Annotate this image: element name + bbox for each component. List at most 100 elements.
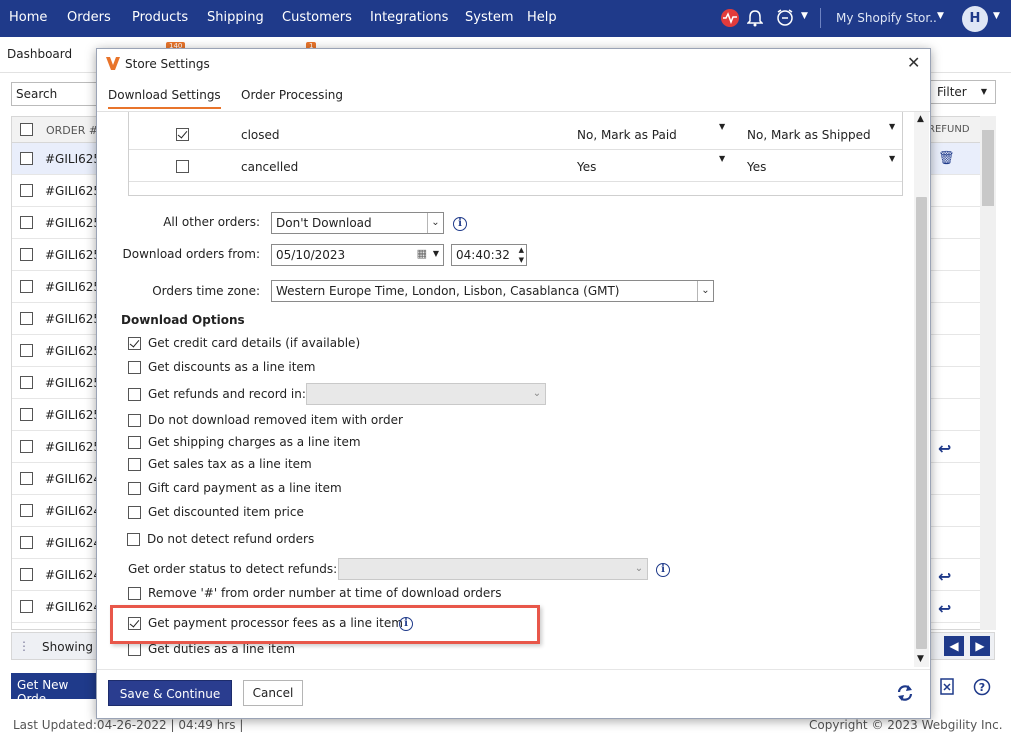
checkbox-checked[interactable] bbox=[128, 337, 141, 350]
option-gift-card[interactable]: Gift card payment as a line item bbox=[128, 481, 342, 495]
order-number[interactable]: #GILI624 bbox=[45, 504, 101, 518]
order-number[interactable]: #GILI624 bbox=[45, 568, 101, 582]
nav-products[interactable]: Products bbox=[132, 10, 188, 25]
row-checkbox[interactable] bbox=[20, 504, 33, 517]
refund-icon[interactable]: ↩ bbox=[938, 599, 951, 618]
chevron-down-icon[interactable]: ▼ bbox=[719, 154, 725, 163]
refund-icon[interactable]: ↩ bbox=[938, 567, 951, 586]
checkbox-unchecked[interactable] bbox=[128, 361, 141, 374]
refund-status-select[interactable]: ⌄ bbox=[338, 558, 648, 580]
payment-select[interactable]: Yes bbox=[577, 160, 596, 174]
row-checkbox[interactable] bbox=[20, 344, 33, 357]
filter-dropdown[interactable]: Filter ▼ bbox=[928, 80, 996, 104]
shipping-select[interactable]: No, Mark as Shipped bbox=[747, 128, 871, 142]
drag-handle-icon[interactable]: ⋮ bbox=[18, 639, 30, 653]
download-from-time-input[interactable]: 04:40:32 ▲ ▼ bbox=[451, 244, 527, 266]
refresh-icon[interactable] bbox=[895, 683, 915, 703]
option-duties[interactable]: Get duties as a line item bbox=[128, 642, 295, 656]
order-number[interactable]: #GILI625 bbox=[45, 184, 101, 198]
option-shipping-charges[interactable]: Get shipping charges as a line item bbox=[128, 435, 361, 449]
avatar[interactable]: H bbox=[962, 6, 988, 32]
row-checkbox[interactable] bbox=[20, 184, 33, 197]
excel-export-icon[interactable] bbox=[938, 678, 956, 696]
tab-dashboard[interactable]: Dashboard bbox=[7, 47, 72, 61]
nav-home[interactable]: Home bbox=[9, 10, 47, 25]
refunds-record-select[interactable]: ⌄ bbox=[306, 383, 546, 405]
option-refunds[interactable]: Get refunds and record in: bbox=[128, 387, 306, 401]
option-refund-detect[interactable]: Do not detect refund orders bbox=[127, 532, 314, 546]
col-refund[interactable]: REFUND bbox=[928, 124, 970, 135]
prev-page-button[interactable]: ◀ bbox=[944, 636, 964, 656]
help-icon[interactable]: ? bbox=[973, 678, 991, 696]
chevron-down-icon[interactable]: ⌄ bbox=[427, 213, 443, 233]
store-selector[interactable]: My Shopify Stor.. bbox=[836, 11, 937, 25]
order-number[interactable]: #GILI625 bbox=[45, 312, 101, 326]
option-discounts[interactable]: Get discounts as a line item bbox=[128, 360, 316, 374]
select-all-checkbox[interactable] bbox=[20, 123, 33, 136]
row-checkbox[interactable] bbox=[20, 600, 33, 613]
refund-icon[interactable]: ↩ bbox=[938, 439, 951, 458]
search-input[interactable]: Search bbox=[11, 82, 101, 106]
checkbox-unchecked[interactable] bbox=[128, 482, 141, 495]
tab-download-settings[interactable]: Download Settings bbox=[108, 88, 221, 109]
order-number[interactable]: #GILI625 bbox=[45, 344, 101, 358]
status-checkbox[interactable] bbox=[176, 127, 189, 141]
cancel-button[interactable]: Cancel bbox=[243, 680, 303, 706]
order-number[interactable]: #GILI625 bbox=[45, 216, 101, 230]
order-number[interactable]: #GILI625 bbox=[45, 248, 101, 262]
option-remove-hash[interactable]: Remove '#' from order number at time of … bbox=[128, 586, 501, 600]
checkbox-unchecked[interactable] bbox=[127, 533, 140, 546]
calendar-icon[interactable]: ▦ bbox=[417, 247, 427, 260]
chevron-down-icon[interactable]: ⌄ bbox=[529, 384, 545, 404]
scroll-up-icon[interactable]: ▲ bbox=[917, 114, 924, 124]
status-checkbox[interactable] bbox=[176, 159, 189, 173]
close-icon[interactable]: ✕ bbox=[907, 55, 920, 71]
scroll-thumb[interactable] bbox=[982, 130, 994, 206]
order-number[interactable]: #GILI625 bbox=[45, 440, 101, 454]
row-checkbox[interactable] bbox=[20, 216, 33, 229]
bell-icon[interactable] bbox=[747, 9, 763, 27]
chevron-down-icon[interactable]: ▼ bbox=[889, 154, 895, 163]
row-checkbox[interactable] bbox=[20, 280, 33, 293]
nav-customers[interactable]: Customers bbox=[282, 10, 352, 25]
chevron-down-icon[interactable]: ⌄ bbox=[697, 281, 713, 301]
info-icon[interactable]: i bbox=[453, 217, 467, 231]
chevron-down-icon[interactable]: ▼ bbox=[719, 122, 725, 131]
chevron-down-icon[interactable]: ▼ bbox=[433, 249, 439, 258]
activity-icon[interactable] bbox=[720, 9, 740, 27]
row-checkbox[interactable] bbox=[20, 376, 33, 389]
tab-order-processing[interactable]: Order Processing bbox=[241, 88, 343, 102]
time-stepper-icon[interactable]: ▲ ▼ bbox=[519, 245, 524, 265]
timezone-select[interactable]: Western Europe Time, London, Lisbon, Cas… bbox=[271, 280, 714, 302]
row-checkbox[interactable] bbox=[20, 568, 33, 581]
checkbox-checked[interactable] bbox=[176, 128, 189, 141]
scroll-down-icon[interactable]: ▼ bbox=[917, 654, 924, 664]
avatar-dropdown-icon[interactable]: ▼ bbox=[993, 11, 1000, 21]
order-number[interactable]: #GILI624 bbox=[45, 472, 101, 486]
order-number[interactable]: #GILI624 bbox=[45, 536, 101, 550]
download-from-date-input[interactable]: 05/10/2023 ▦ ▼ bbox=[271, 244, 444, 266]
row-checkbox[interactable] bbox=[20, 152, 33, 165]
next-page-button[interactable]: ▶ bbox=[970, 636, 990, 656]
nav-system[interactable]: System bbox=[465, 10, 513, 25]
row-checkbox[interactable] bbox=[20, 440, 33, 453]
checkbox-unchecked[interactable] bbox=[128, 587, 141, 600]
order-number[interactable]: #GILI625 bbox=[45, 408, 101, 422]
option-discounted-price[interactable]: Get discounted item price bbox=[128, 505, 304, 519]
save-continue-button[interactable]: Save & Continue bbox=[108, 680, 232, 706]
info-icon[interactable]: i bbox=[656, 563, 670, 577]
trash-icon[interactable]: 🗑 bbox=[938, 151, 955, 166]
checkbox-unchecked[interactable] bbox=[128, 506, 141, 519]
nav-shipping[interactable]: Shipping bbox=[207, 10, 264, 25]
order-number[interactable]: #GILI625 bbox=[45, 280, 101, 294]
alarm-icon[interactable] bbox=[776, 9, 794, 27]
order-number[interactable]: #GILI625 bbox=[45, 152, 101, 166]
checkbox-unchecked[interactable] bbox=[128, 388, 141, 401]
row-checkbox[interactable] bbox=[20, 536, 33, 549]
nav-integrations[interactable]: Integrations bbox=[370, 10, 448, 25]
table-scrollbar[interactable] bbox=[980, 116, 996, 630]
get-new-orders-button[interactable]: Get New Orde bbox=[11, 673, 99, 706]
nav-help[interactable]: Help bbox=[527, 10, 557, 25]
order-number[interactable]: #GILI625 bbox=[45, 376, 101, 390]
checkbox-unchecked[interactable] bbox=[128, 414, 141, 427]
